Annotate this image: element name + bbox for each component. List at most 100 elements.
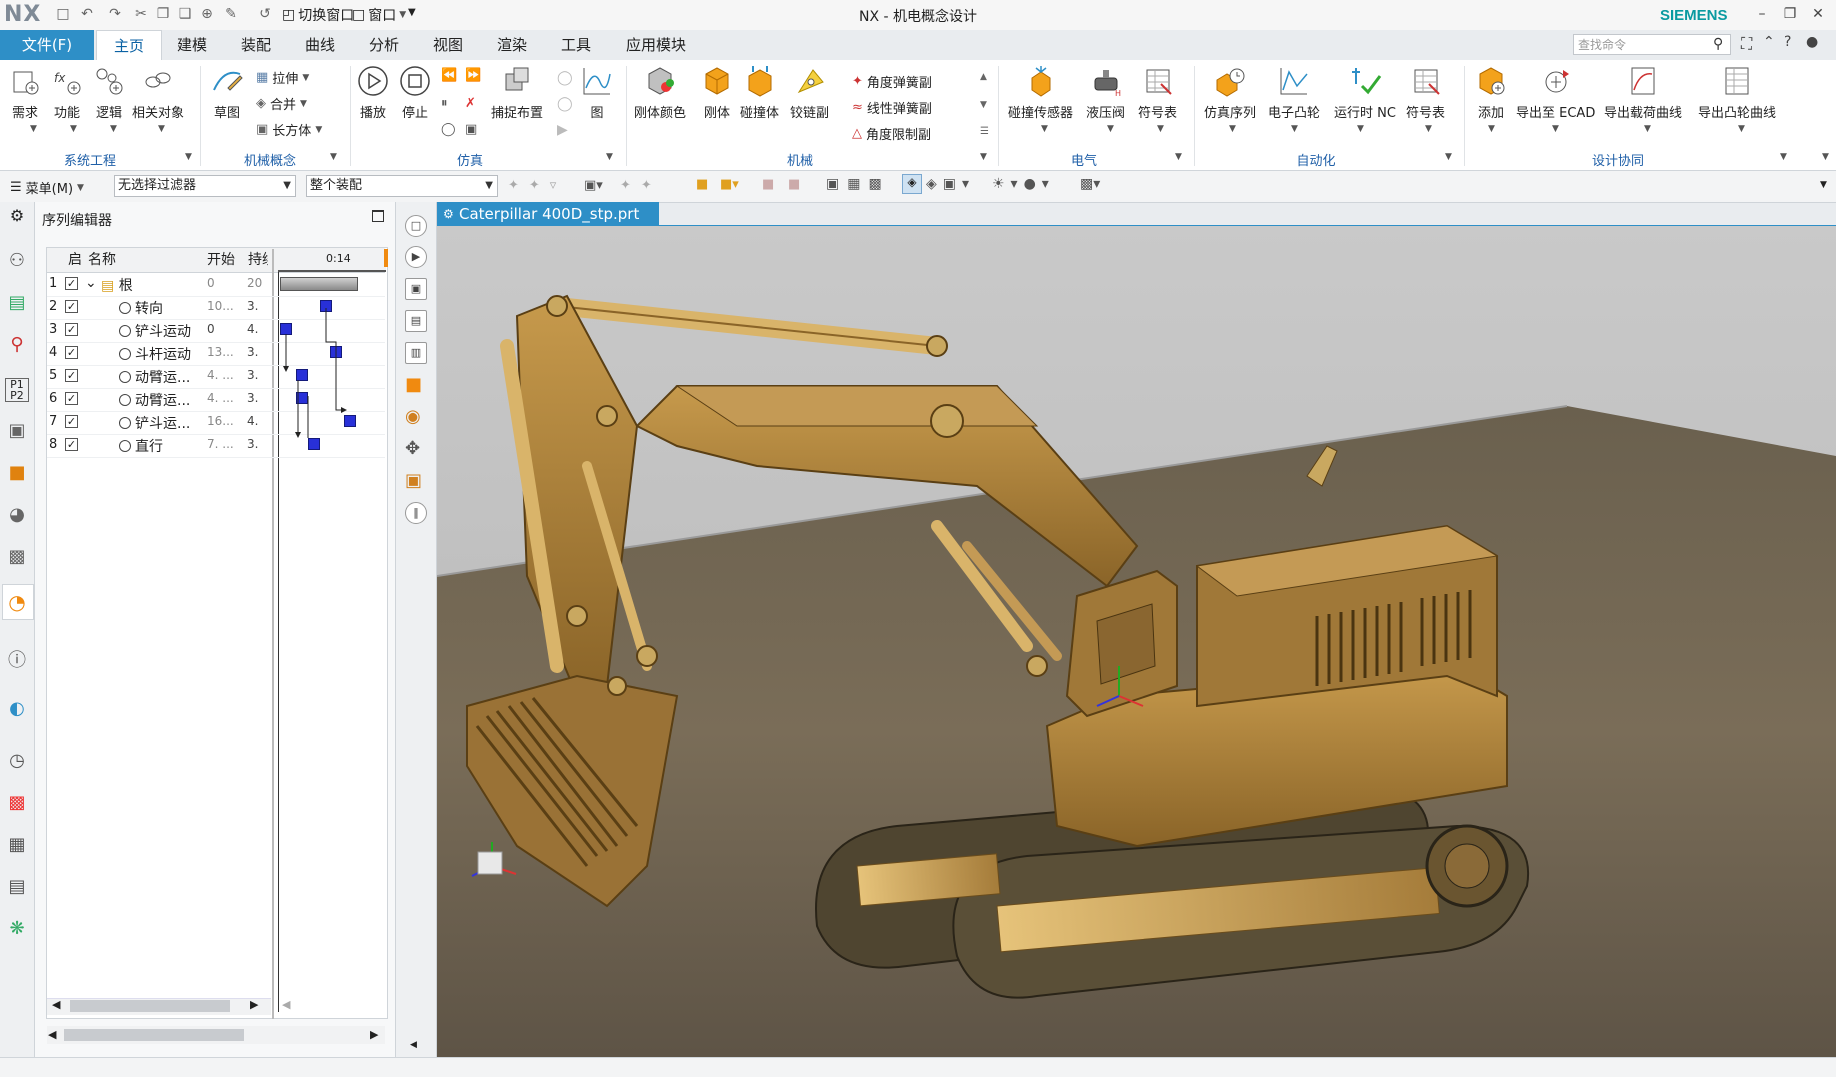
runtime-nc-button[interactable]: 运行时 NC xyxy=(1334,64,1396,121)
redo-icon[interactable]: ↷ xyxy=(106,5,124,23)
group-expand-icon[interactable]: ▼ xyxy=(606,152,613,162)
collision-sensor-button[interactable]: 碰撞传感器 xyxy=(1008,64,1073,121)
part-navigator-icon[interactable]: ▣ xyxy=(5,420,29,444)
motion-icon[interactable]: ◉ xyxy=(405,406,421,427)
shaded-view-icon[interactable]: ◈ xyxy=(902,174,922,194)
chevron-down-icon[interactable]: ▼ xyxy=(1157,124,1164,134)
display-mode-icons[interactable]: ◈▣▾ xyxy=(926,176,975,192)
enabled-checkbox[interactable]: ✓ xyxy=(65,369,78,382)
sim-sequence-button[interactable]: 仿真序列 xyxy=(1204,64,1256,121)
history-icon[interactable]: ▩ xyxy=(5,546,29,570)
enabled-checkbox[interactable]: ✓ xyxy=(65,277,78,290)
ribbon-options-icon[interactable]: ▼ xyxy=(1822,152,1829,162)
system-materials-icon[interactable]: ▤ xyxy=(5,876,29,900)
fullscreen-icon[interactable]: ⛶ xyxy=(1741,34,1752,54)
group-expand-icon[interactable]: ▼ xyxy=(1780,152,1787,162)
type-filter-select[interactable]: 无选择过滤器 ▼ xyxy=(114,175,296,197)
e-cam-button[interactable]: 电子凸轮 xyxy=(1268,64,1320,121)
copy-icon[interactable]: ❐ xyxy=(154,5,172,23)
column-header-name[interactable]: 名称 xyxy=(88,249,116,271)
quick-access-overflow-icon[interactable]: ▼ xyxy=(408,7,416,18)
body-icon[interactable]: ■ xyxy=(762,177,774,192)
column-header-duration[interactable]: 持续 xyxy=(248,249,268,271)
collapse-ribbon-icon[interactable]: ⌃ xyxy=(1763,34,1775,50)
chevron-down-icon[interactable]: ▼ xyxy=(70,124,77,134)
save-icon[interactable]: □ xyxy=(54,5,72,23)
add-component-filter-icon[interactable]: ■▾ xyxy=(720,177,739,192)
snap-layout-button[interactable]: 捕捉布置 xyxy=(491,64,543,121)
graphics-viewport[interactable] xyxy=(437,226,1836,1057)
tab-view[interactable]: 视图 xyxy=(422,30,474,60)
select-icon[interactable]: ▣▾ xyxy=(584,178,603,193)
scrollbar-thumb[interactable] xyxy=(64,1029,244,1041)
parameter-navigator-icon[interactable]: P1 P2 xyxy=(5,378,29,402)
snap-mode-icons[interactable]: ✦✦ xyxy=(620,178,662,193)
symbol-table-automation-button[interactable]: 符号表 xyxy=(1406,64,1445,121)
export-icon[interactable]: ▤ xyxy=(405,310,427,332)
angle-limit-button[interactable]: △ 角度限制副 xyxy=(852,124,931,143)
search-icon[interactable]: ⚲ xyxy=(1713,36,1723,52)
chevron-down-icon[interactable]: ▼ xyxy=(158,124,165,134)
group-expand-icon[interactable]: ▼ xyxy=(1175,152,1182,162)
lighting-icons[interactable]: ☀▾●▾ xyxy=(992,176,1055,192)
molecule-icon[interactable]: ❋ xyxy=(5,918,29,942)
repeat-command-icon[interactable]: ⊕ xyxy=(198,5,216,23)
component-icon[interactable]: ■ xyxy=(696,177,708,192)
scroll-right-icon[interactable]: ▶ xyxy=(370,1028,378,1041)
move-icon[interactable]: ✥ xyxy=(405,438,420,459)
open-folder-icon[interactable]: ▥ xyxy=(405,342,427,364)
help-icon[interactable]: ? xyxy=(1784,34,1791,50)
angular-spring-button[interactable]: ✦ 角度弹簧副 xyxy=(852,72,932,91)
view-orientation-icons[interactable]: ▣▦▩ xyxy=(826,176,890,192)
step-icon[interactable]: ⏩ xyxy=(465,68,481,83)
settings-dot-icon[interactable]: ● xyxy=(1806,34,1818,50)
rigid-body-color-button[interactable]: 刚体颜色 xyxy=(634,64,686,121)
roles-icon[interactable]: ▦ xyxy=(5,834,29,858)
document-tab[interactable]: Caterpillar 400D_stp.prt × xyxy=(437,202,659,247)
rewind-icon[interactable]: ⏪ xyxy=(441,68,457,83)
chevron-down-icon[interactable]: ▼ xyxy=(1738,124,1745,134)
enabled-checkbox[interactable]: ✓ xyxy=(65,438,78,451)
collision-icon[interactable]: ▣ xyxy=(405,470,422,491)
enabled-checkbox[interactable]: ✓ xyxy=(65,392,78,405)
group-expand-icon[interactable]: ▼ xyxy=(980,152,987,162)
physics-navigator-icon[interactable]: ⚇ xyxy=(5,250,29,274)
enabled-checkbox[interactable]: ✓ xyxy=(65,415,78,428)
maximize-panel-icon[interactable] xyxy=(372,210,384,222)
chevron-down-icon[interactable]: ▼ xyxy=(110,124,117,134)
hinge-joint-button[interactable]: 铰链副 xyxy=(790,64,829,121)
add-button[interactable]: 添加 xyxy=(1474,64,1508,121)
group-expand-icon[interactable]: ▼ xyxy=(185,152,192,162)
chevron-down-icon[interactable]: ▼ xyxy=(1229,124,1236,134)
gallery-down-icon[interactable]: ▼ xyxy=(980,100,987,110)
enabled-checkbox[interactable]: ✓ xyxy=(65,323,78,336)
unite-button[interactable]: ◈ 合并 ▼ xyxy=(256,94,307,113)
time-cursor[interactable] xyxy=(384,249,388,267)
column-header-enabled[interactable]: 启 xyxy=(68,249,82,271)
menu-button[interactable]: ☰ 菜单(M) ▼ xyxy=(10,178,84,197)
chevron-down-icon[interactable]: ▼ xyxy=(30,124,37,134)
scroll-left-icon[interactable]: ◀ xyxy=(48,1028,56,1041)
save-icon[interactable]: ▣ xyxy=(405,278,427,300)
function-button[interactable]: fx 功能 xyxy=(50,64,84,121)
touch-mode-icon[interactable]: ✎ xyxy=(222,5,240,23)
face-icon[interactable]: ■ xyxy=(788,177,800,192)
rigid-body-icon[interactable]: ■ xyxy=(405,374,422,395)
selection-scope-select[interactable]: 整个装配 ▼ xyxy=(306,175,498,197)
close-button[interactable]: ✕ xyxy=(1804,3,1832,25)
sketch-button[interactable]: 草图 xyxy=(210,64,244,121)
app-logo[interactable]: NX xyxy=(4,2,41,27)
collapse-strip-icon[interactable]: ◀ xyxy=(410,1040,417,1050)
symbol-table-button[interactable]: 符号表 xyxy=(1138,64,1177,121)
cut-icon[interactable]: ✂ xyxy=(132,5,150,23)
clock-icon[interactable]: ◷ xyxy=(5,750,29,774)
tab-curve[interactable]: 曲线 xyxy=(294,30,346,60)
root-timeline-bar[interactable] xyxy=(280,277,358,291)
collision-body-button[interactable]: 碰撞体 xyxy=(740,64,779,121)
related-object-button[interactable]: 相关对象 xyxy=(132,64,184,121)
chevron-down-icon[interactable]: ▼ xyxy=(1552,124,1559,134)
stop-button[interactable]: 停止 xyxy=(398,64,432,121)
export-load-curve-button[interactable]: 导出载荷曲线 xyxy=(1604,64,1682,121)
block-button[interactable]: ▣ 长方体 ▼ xyxy=(256,120,322,139)
globe-icon[interactable]: ◐ xyxy=(5,698,29,722)
